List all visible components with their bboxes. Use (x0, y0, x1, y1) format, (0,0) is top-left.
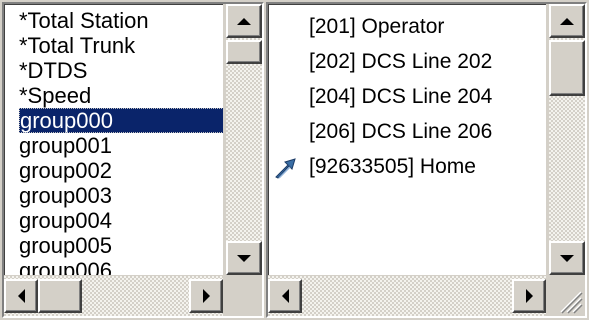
list-item[interactable]: group003 (19, 183, 112, 208)
scroll-left-button[interactable] (268, 279, 302, 313)
scroll-down-button[interactable] (226, 241, 262, 275)
arrow-right-icon (202, 289, 210, 303)
scroll-thumb[interactable] (549, 40, 585, 96)
scroll-corner (226, 276, 262, 316)
arrow-up-icon (560, 17, 574, 25)
resize-grip-icon[interactable] (557, 288, 583, 314)
list-item[interactable]: group005 (19, 233, 112, 258)
arrow-left-icon (17, 289, 25, 303)
group-list[interactable]: *Total Station *Total Trunk *DTDS *Speed… (4, 4, 223, 275)
arrow-down-icon (237, 254, 251, 262)
vertical-scrollbar[interactable] (226, 4, 262, 275)
list-item[interactable]: group002 (19, 158, 112, 183)
list-item[interactable]: [92633505] Home (309, 151, 476, 183)
list-item[interactable]: [204] DCS Line 204 (309, 81, 492, 113)
member-list[interactable]: [201] Operator [202] DCS Line 202 [204] … (268, 4, 546, 275)
list-item[interactable]: [202] DCS Line 202 (309, 46, 492, 78)
arrow-up-icon (237, 17, 251, 25)
list-item[interactable]: [201] Operator (309, 11, 444, 43)
horizontal-scrollbar[interactable] (4, 276, 223, 316)
right-list-panel: [201] Operator [202] DCS Line 202 [204] … (266, 2, 587, 318)
horizontal-scrollbar[interactable] (268, 276, 546, 316)
list-item[interactable]: group004 (19, 208, 112, 233)
list-item[interactable]: *DTDS (19, 58, 87, 83)
list-item[interactable]: *Total Station (19, 8, 149, 33)
scroll-thumb[interactable] (226, 40, 262, 64)
arrow-left-icon (281, 289, 289, 303)
list-item[interactable]: group001 (19, 133, 112, 158)
scroll-right-button[interactable] (512, 279, 546, 313)
scroll-left-button[interactable] (4, 279, 38, 313)
scroll-down-button[interactable] (549, 241, 585, 275)
scroll-corner (549, 276, 585, 316)
scroll-thumb[interactable] (38, 279, 82, 313)
list-item[interactable]: *Speed (19, 83, 91, 108)
list-item[interactable]: *Total Trunk (19, 33, 135, 58)
scroll-up-button[interactable] (226, 4, 262, 38)
left-list-panel: *Total Station *Total Trunk *DTDS *Speed… (2, 2, 264, 318)
arrow-down-icon (560, 254, 574, 262)
list-item[interactable]: group006 (19, 258, 112, 275)
arrow-right-icon (525, 289, 533, 303)
scroll-up-button[interactable] (549, 4, 585, 38)
vertical-scrollbar[interactable] (549, 4, 585, 275)
list-item[interactable]: [206] DCS Line 206 (309, 116, 492, 148)
forward-arrow-icon (275, 158, 296, 179)
list-item-selected[interactable]: group000 (19, 108, 223, 133)
scroll-right-button[interactable] (189, 279, 223, 313)
